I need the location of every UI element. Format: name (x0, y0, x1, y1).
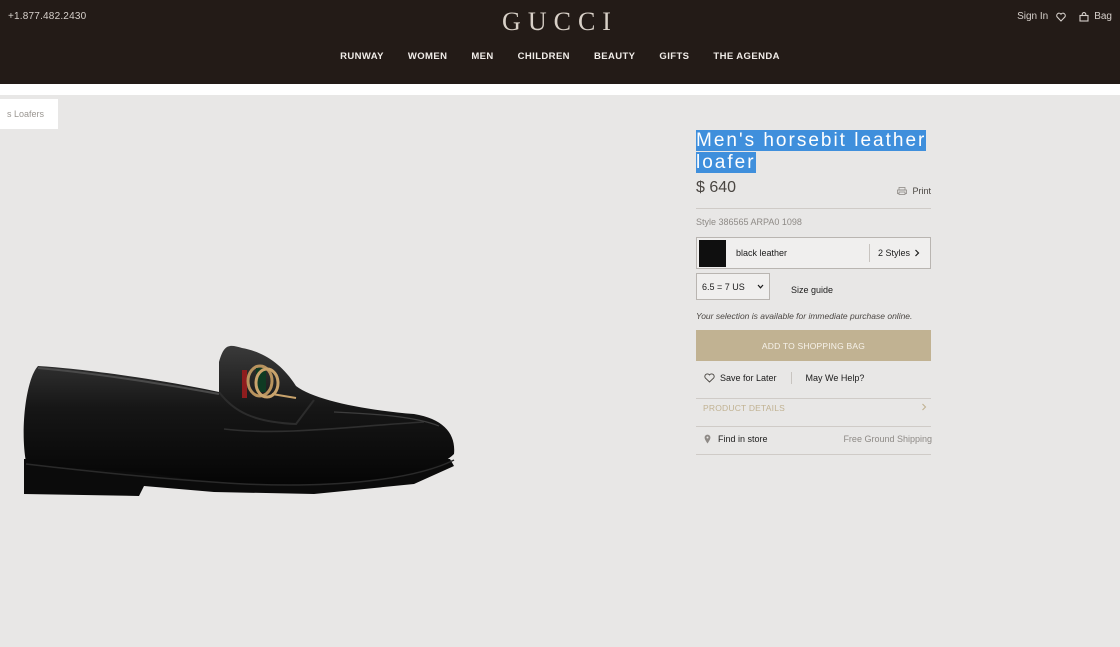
nav-gifts[interactable]: GIFTS (659, 51, 689, 62)
help-link[interactable]: May We Help? (806, 373, 865, 383)
site-header: +1.877.482.2430 GUCCI RUNWAY WOMEN MEN CHIL… (0, 0, 1120, 84)
nav-beauty[interactable]: BEAUTY (594, 51, 635, 62)
bag-icon[interactable] (1079, 11, 1089, 22)
gucci-logo[interactable]: GUCCI (0, 7, 1120, 37)
print-button[interactable]: Print (897, 186, 931, 196)
styles-count: 2 Styles (877, 248, 910, 258)
heart-icon[interactable] (704, 373, 715, 383)
style-number: Style 386565 ARPA0 1098 (696, 217, 802, 227)
divider (696, 454, 931, 455)
chevron-down-icon (757, 284, 764, 289)
nav-runway[interactable]: RUNWAY (340, 51, 384, 62)
size-value: 6.5 = 7 US (702, 281, 745, 292)
product-title-line2: loafer (696, 152, 756, 173)
size-guide-link[interactable]: Size guide (791, 285, 833, 295)
heart-icon[interactable] (1056, 12, 1066, 22)
color-name: black leather (736, 248, 788, 258)
main-nav: RUNWAY WOMEN MEN CHILDREN BEAUTY GIFTS THE AGE… (0, 51, 1120, 62)
bag-link[interactable]: Bag (1094, 11, 1112, 22)
styles-button[interactable]: 2 Styles (868, 244, 930, 262)
shipping-note: Free Ground Shipping (843, 434, 932, 444)
nav-women[interactable]: WOMEN (408, 51, 447, 62)
store-shipping-row: Find in store Free Ground Shipping (704, 434, 932, 444)
divider (696, 208, 931, 209)
availability-note: Your selection is available for immediat… (696, 311, 913, 321)
location-pin-icon (704, 434, 711, 444)
product-title-line1: Men's horsebit leather (696, 130, 927, 151)
breadcrumb[interactable]: s Loafers (0, 99, 58, 129)
nav-the-agenda[interactable]: THE AGENDA (713, 51, 779, 62)
price-row: $ 640 Print (696, 179, 931, 197)
print-label: Print (912, 186, 931, 196)
nav-children[interactable]: CHILDREN (518, 51, 570, 62)
secondary-actions: Save for Later May We Help? (704, 372, 864, 384)
product-info-panel: Men's horsebit leather loafer $ 640 Print… (696, 130, 932, 455)
sign-in-link[interactable]: Sign In (1017, 11, 1048, 22)
save-for-later-link[interactable]: Save for Later (720, 373, 777, 383)
header-divider (0, 84, 1120, 95)
product-price: $ 640 (696, 179, 737, 196)
nav-men[interactable]: MEN (471, 51, 493, 62)
product-image (23, 345, 455, 496)
product-details-toggle[interactable]: PRODUCT DETAILS (703, 403, 927, 413)
color-swatch (699, 239, 726, 267)
find-in-store-label: Find in store (718, 434, 768, 444)
color-selector[interactable]: black leather 2 Styles (696, 237, 931, 269)
find-in-store-link[interactable]: Find in store (704, 434, 768, 444)
product-title: Men's horsebit leather loafer (696, 130, 931, 174)
chevron-right-icon (915, 249, 920, 257)
separator (790, 372, 792, 384)
add-to-bag-button[interactable]: ADD TO SHOPPING BAG (696, 330, 931, 361)
size-select[interactable]: 6.5 = 7 US (696, 273, 770, 300)
header-utilities: Sign In Bag (1017, 11, 1112, 22)
printer-icon (897, 187, 908, 195)
divider (696, 426, 931, 427)
divider (696, 398, 931, 399)
product-details-label: PRODUCT DETAILS (703, 403, 786, 413)
chevron-right-icon (922, 403, 927, 411)
